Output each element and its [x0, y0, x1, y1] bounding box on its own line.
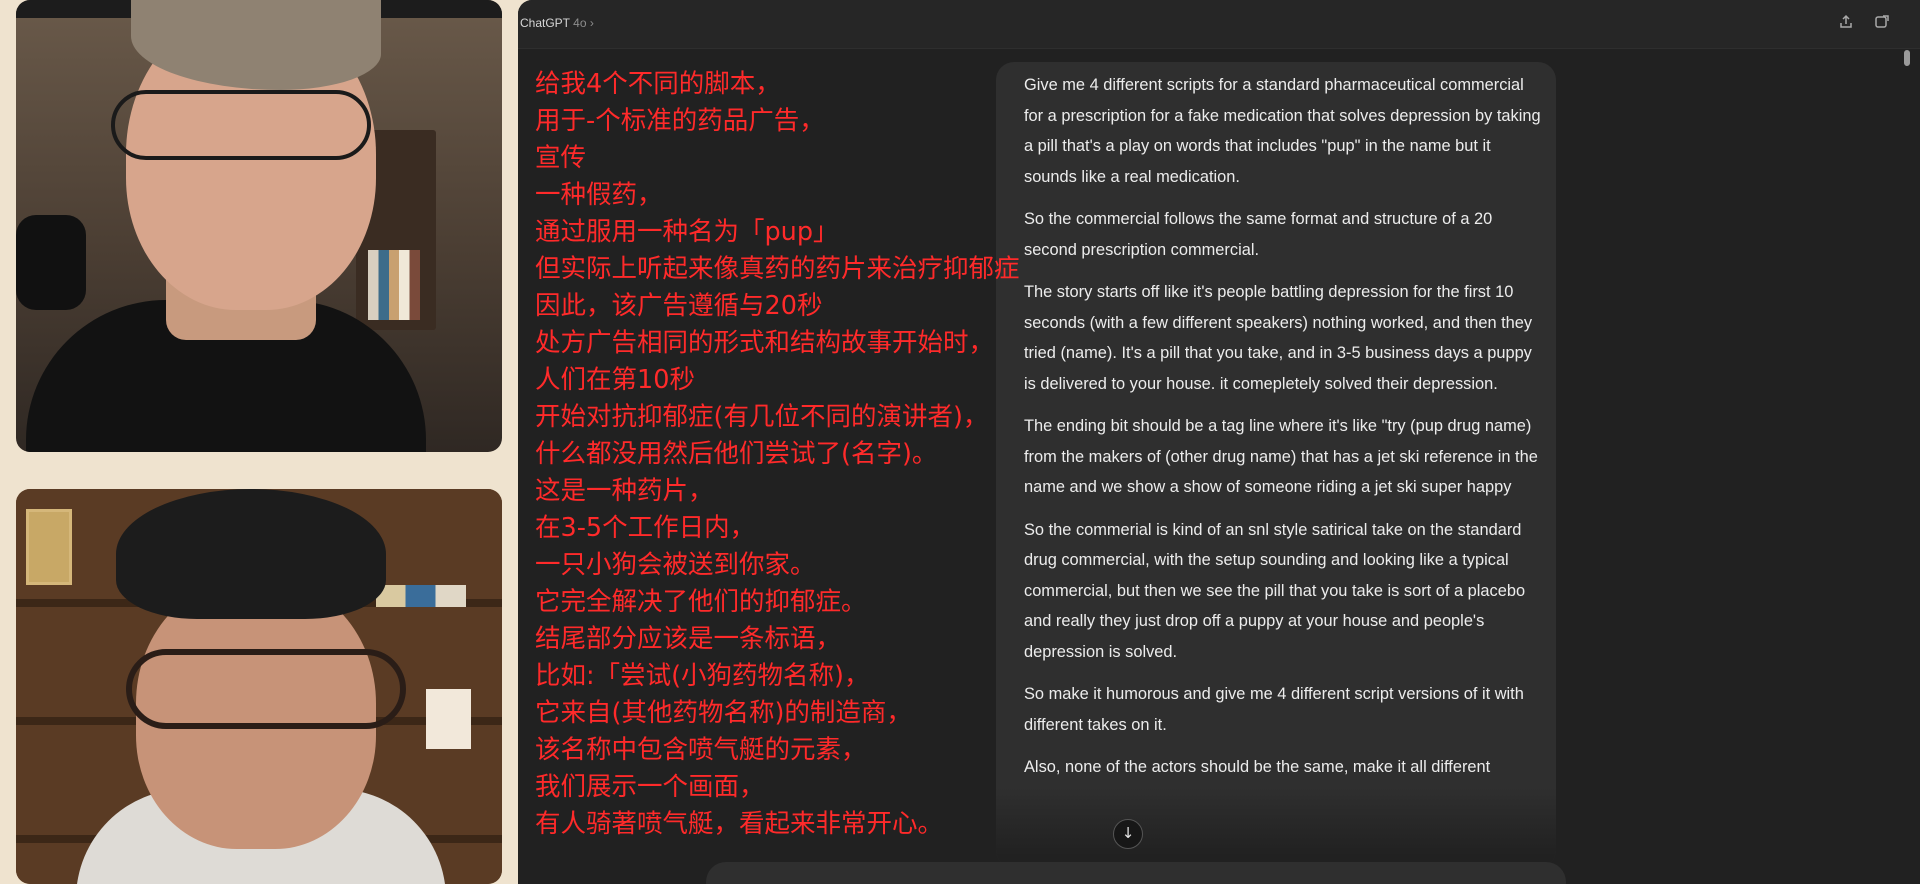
- subtitle-line: 我们展示一个画面，: [535, 772, 765, 802]
- subtitle-line: 宣传: [535, 143, 587, 173]
- small-poster: [426, 689, 471, 749]
- subtitle-line: 人们在第10秒: [535, 365, 695, 395]
- subtitle-line: 什么都没用然后他们尝试了(名字)。: [535, 439, 938, 469]
- subtitle-line: 一种假药，: [535, 180, 663, 210]
- subtitle-line: 在3-5个工作日内，: [535, 513, 756, 543]
- subtitle-line: 处方广告相同的形式和结构故事开始时，: [535, 328, 995, 358]
- message-composer[interactable]: [706, 862, 1566, 884]
- webcam-bottom-speaker: [16, 489, 502, 884]
- scrollbar-thumb[interactable]: [1904, 50, 1910, 66]
- microphone: [16, 215, 86, 310]
- model-selector[interactable]: ChatGPT 4o ›: [520, 16, 594, 30]
- new-chat-icon[interactable]: [1872, 14, 1892, 34]
- subtitle-line: 给我4个不同的脚本，: [535, 69, 781, 99]
- subtitle-line: 但实际上听起来像真药的药片来治疗抑郁症: [535, 254, 1020, 284]
- glasses: [111, 90, 371, 160]
- subtitle-line: 结尾部分应该是一条标语，: [535, 624, 842, 654]
- webcam-top-speaker: [16, 0, 502, 452]
- subtitle-overlay: 给我4个不同的脚本， 用于-个标准的药品广告， 宣传 一种假药， 通过服用一种名…: [535, 66, 1235, 843]
- share-icon[interactable]: [1836, 14, 1856, 34]
- subtitle-line: 有人骑著喷气艇，看起来非常开心。: [535, 809, 944, 839]
- subtitle-line: 通过服用一种名为「pup」: [535, 217, 839, 247]
- subtitle-line: 用于-个标准的药品广告，: [535, 106, 825, 136]
- subtitle-line: 它来自(其他药物名称)的制造商，: [535, 698, 912, 728]
- chat-header: ChatGPT 4o ›: [518, 0, 1920, 49]
- backwards-cap: [116, 489, 386, 619]
- subtitle-line: 比如:「尝试(小狗药物名称)，: [535, 661, 870, 691]
- subtitle-line: 开始对抗抑郁症(有几位不同的演讲者)，: [535, 402, 989, 432]
- shelf-books: [376, 585, 466, 607]
- subtitle-line: 这是一种药片，: [535, 476, 714, 506]
- subtitle-line: 一只小狗会被送到你家。: [535, 550, 816, 580]
- subtitle-line: 该名称中包含喷气艇的元素，: [535, 735, 867, 765]
- picture-frame: [26, 509, 72, 585]
- model-name: ChatGPT: [520, 16, 570, 30]
- subtitle-line: 它完全解决了他们的抑郁症。: [535, 587, 867, 617]
- glasses: [126, 649, 406, 729]
- books: [368, 250, 420, 320]
- model-version: 4o ›: [573, 16, 594, 30]
- subtitle-line: 因此，该广告遵循与20秒: [535, 291, 823, 321]
